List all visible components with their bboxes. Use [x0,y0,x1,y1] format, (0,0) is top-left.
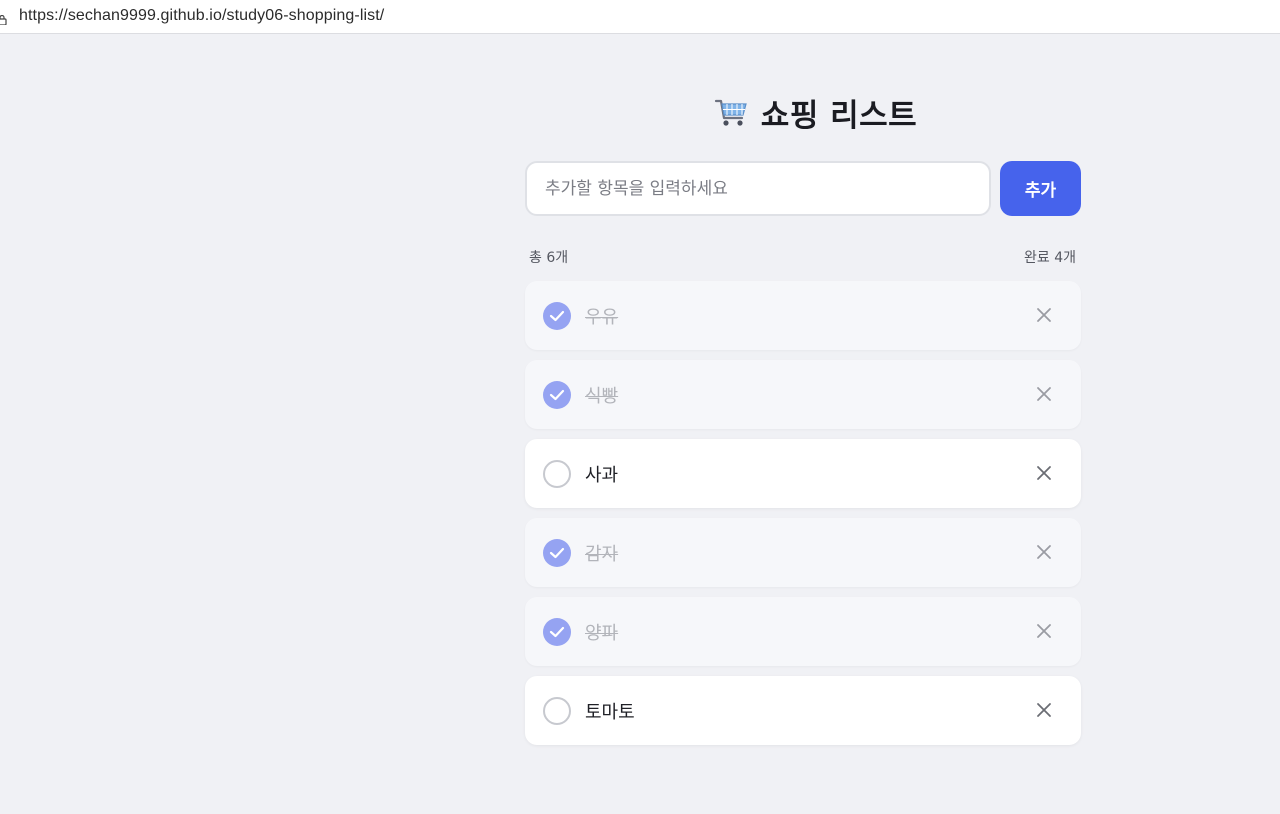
checkmark-icon [549,389,565,401]
checkmark-icon [549,310,565,322]
checkmark-icon [549,626,565,638]
add-button[interactable]: 추가 [1000,161,1081,216]
delete-icon[interactable] [1035,385,1053,403]
item-checkbox[interactable] [543,539,571,567]
list-item: 식빵 [525,360,1081,429]
title-text: 쇼핑 리스트 [760,97,918,134]
delete-icon[interactable] [1035,306,1053,324]
item-checkbox[interactable] [543,460,571,488]
item-checkbox[interactable] [543,618,571,646]
delete-icon[interactable] [1035,701,1053,719]
item-label: 감자 [585,544,619,565]
item-checkbox[interactable] [543,302,571,330]
item-input[interactable] [525,161,991,216]
item-label: 사과 [585,465,619,486]
delete-icon[interactable] [1035,622,1053,640]
page-title: 쇼핑 리스트 [549,92,1081,134]
item-checkbox[interactable] [543,381,571,409]
delete-icon[interactable] [1035,464,1053,482]
checkmark-icon [549,547,565,559]
shopping-list: 우유 식빵 사과 감자 양파 토마토 [525,281,1081,755]
list-item: 토마토 [525,676,1081,745]
item-label: 토마토 [585,702,635,723]
browser-address-bar[interactable]: https://sechan9999.github.io/study06-sho… [0,0,1280,34]
list-item: 우유 [525,281,1081,350]
item-label: 식빵 [585,386,619,407]
url-text[interactable]: https://sechan9999.github.io/study06-sho… [19,7,384,25]
list-item: 감자 [525,518,1081,587]
list-item: 사과 [525,439,1081,508]
delete-icon[interactable] [1035,543,1053,561]
site-info-icon[interactable] [0,10,7,26]
shopping-list-app: 쇼핑 리스트 추가 총 6개 완료 4개 우유 식빵 [525,92,1081,745]
item-checkbox[interactable] [543,697,571,725]
list-item: 양파 [525,597,1081,666]
total-count: 총 6개 [529,250,569,266]
item-label: 우유 [585,307,619,328]
done-count: 완료 4개 [1024,250,1076,266]
list-stats: 총 6개 완료 4개 [525,245,1081,266]
item-label: 양파 [585,623,619,644]
shopping-cart-icon [713,94,749,130]
add-item-form: 추가 [525,161,1081,216]
